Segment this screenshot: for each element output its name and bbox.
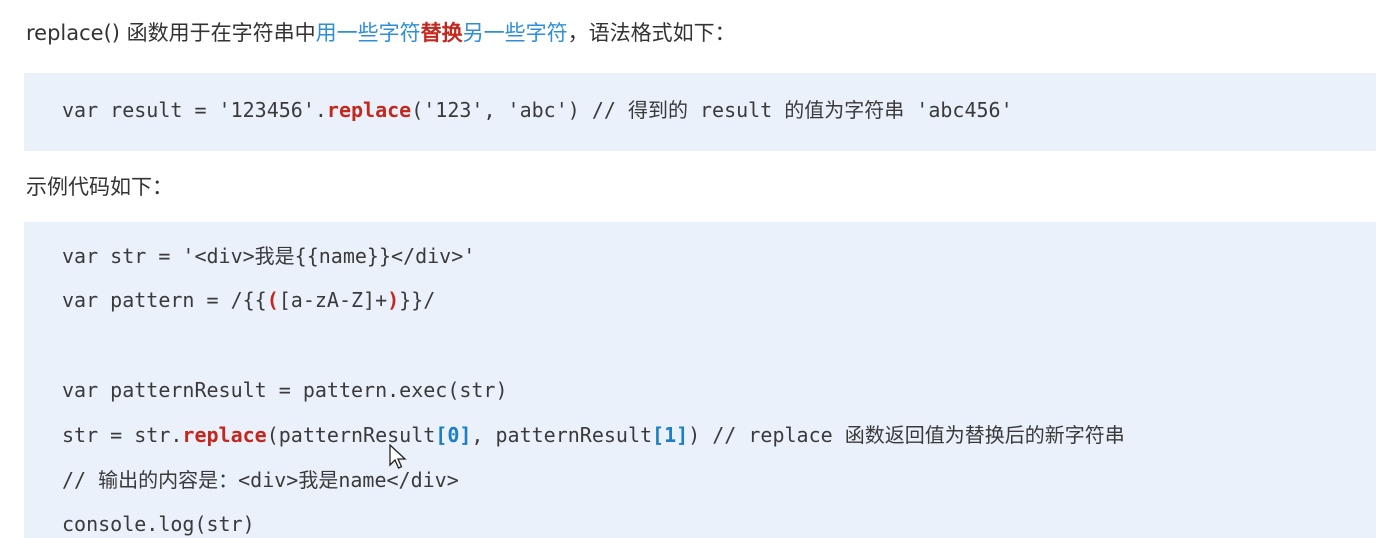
code-line-4: str = str.replace(patternResult[0], patt…	[62, 422, 1125, 448]
code-line-2: var pattern = /{{([a-zA-Z]+)}}/	[62, 287, 435, 313]
intro-text: replace() 函数用于在字符串中	[26, 21, 316, 45]
code-line-3: var patternResult = pattern.exec(str)	[62, 378, 508, 402]
code-line-4-method: replace	[182, 423, 267, 447]
code-line-4-a: str = str.	[62, 423, 183, 447]
intro-highlight-blue-1: 用一些字符	[315, 21, 421, 45]
code-line-4-index-1: [1]	[652, 423, 689, 447]
code-line-2-mid: [a-zA-Z]+	[278, 288, 388, 312]
code-line-4-c: , patternResult	[471, 423, 653, 447]
example-label: 示例代码如下：	[26, 175, 173, 199]
syntax-pre: var result = '123456'.	[62, 98, 327, 122]
mouse-cursor-icon	[389, 443, 407, 470]
code-line-2-pre: var pattern = /{{	[62, 288, 267, 312]
intro-highlight-red: 替换	[420, 21, 463, 45]
code-line-2-close-paren: )	[387, 288, 400, 312]
code-line-2-open-paren: (	[266, 288, 279, 312]
syntax-post: ('123', 'abc') // 得到的 result 的值为字符串 'abc…	[411, 98, 1013, 122]
intro-text-end: ，语法格式如下：	[567, 21, 736, 45]
example-code-block: var str = '<div>我是{{name}}</div>' var pa…	[24, 222, 1376, 538]
syntax-line: var result = '123456'.replace('123', 'ab…	[62, 97, 1013, 123]
code-line-6: console.log(str)	[62, 512, 255, 536]
code-line-1: var str = '<div>我是{{name}}</div>'	[62, 244, 476, 268]
syntax-method: replace	[326, 98, 412, 122]
intro-paragraph: replace() 函数用于在字符串中用一些字符替换另一些字符，语法格式如下：	[26, 16, 736, 50]
syntax-code-block: var result = '123456'.replace('123', 'ab…	[24, 73, 1376, 151]
code-line-4-index-0: [0]	[435, 423, 472, 447]
intro-highlight-blue-2: 另一些字符	[462, 21, 568, 45]
code-line-4-d: ) // replace 函数返回值为替换后的新字符串	[688, 423, 1125, 447]
code-line-4-b: (patternResult	[266, 423, 436, 447]
code-line-2-post: }}/	[399, 288, 436, 312]
code-line-5: // 输出的内容是：<div>我是name</div>	[62, 468, 459, 492]
